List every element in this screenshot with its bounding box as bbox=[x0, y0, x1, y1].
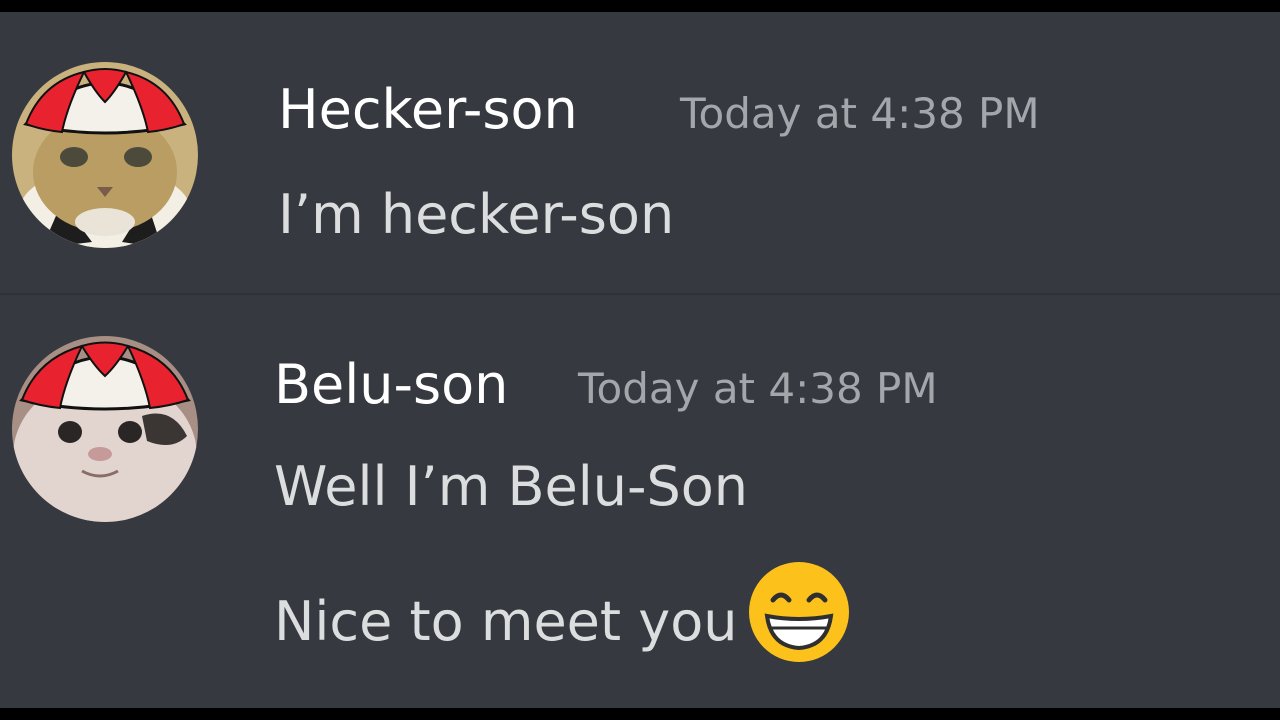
message-divider bbox=[0, 293, 1280, 295]
username[interactable]: Belu-son bbox=[274, 353, 508, 417]
timestamp: Today at 4:38 PM bbox=[578, 364, 938, 413]
message-text: Nice to meet you bbox=[274, 562, 851, 681]
grinning-face-emoji-icon bbox=[747, 560, 851, 681]
avatar[interactable] bbox=[12, 336, 198, 522]
cat-avatar-icon bbox=[12, 62, 198, 248]
belugacat-avatar-icon bbox=[12, 336, 198, 522]
message-text-line: Nice to meet you bbox=[274, 590, 738, 654]
chat-pane: Hecker-son Today at 4:38 PM I’m hecker-s… bbox=[0, 12, 1280, 708]
message-text: I’m hecker-son bbox=[278, 183, 675, 246]
message-text: Well I’m Belu-Son bbox=[274, 455, 749, 518]
timestamp: Today at 4:38 PM bbox=[680, 89, 1040, 138]
avatar[interactable] bbox=[12, 62, 198, 248]
username[interactable]: Hecker-son bbox=[278, 78, 578, 142]
